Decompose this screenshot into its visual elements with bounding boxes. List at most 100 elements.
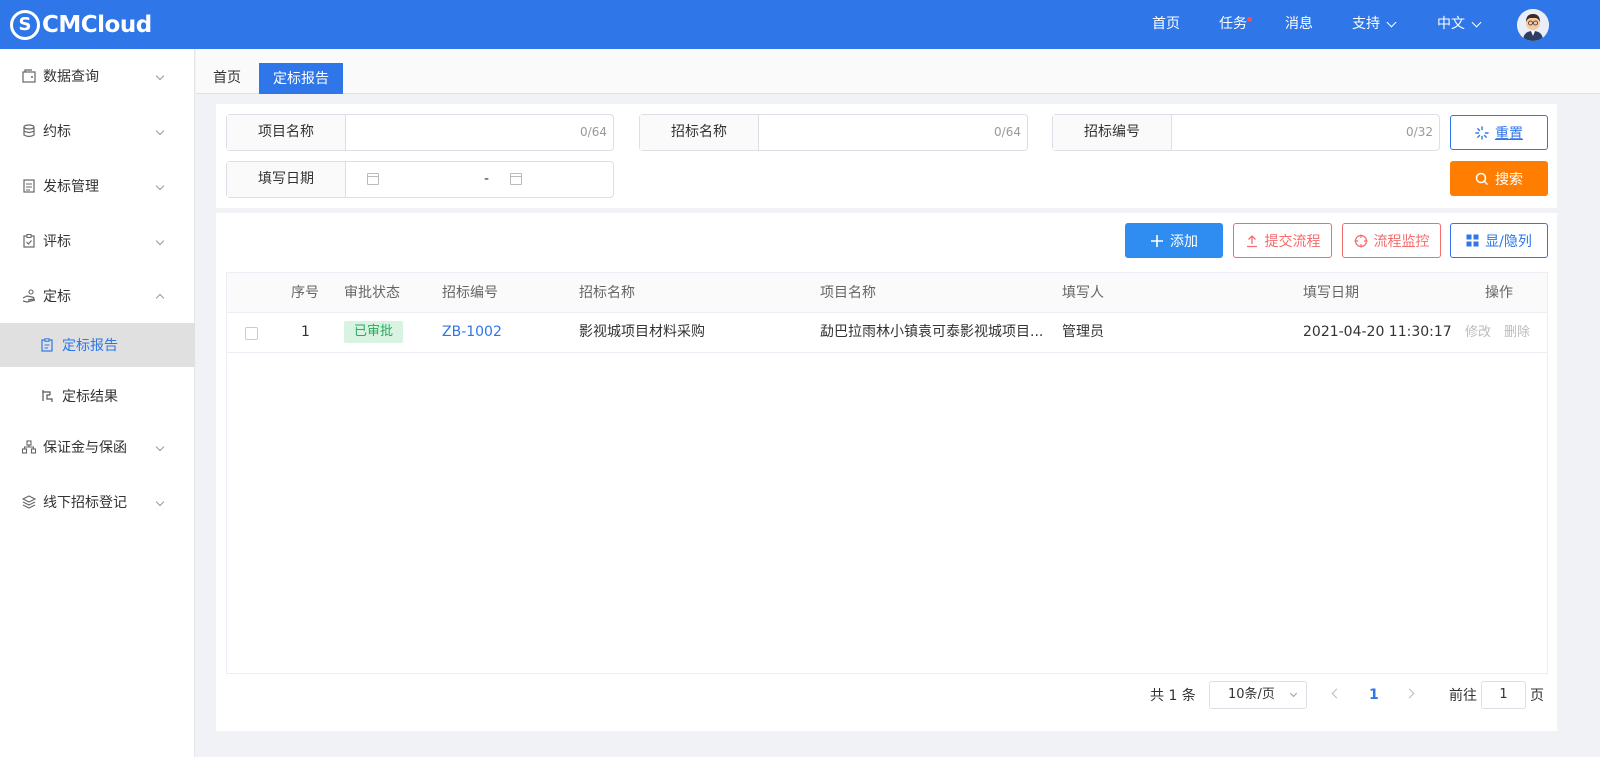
chevron-down-icon xyxy=(1289,689,1298,698)
date-separator: - xyxy=(484,171,490,187)
sidebar-subitem-label: 定标结果 xyxy=(62,389,118,405)
sidebar-item-label: 数据查询 xyxy=(43,69,99,85)
chevron-down-icon xyxy=(155,181,165,191)
upload-icon xyxy=(1246,234,1257,247)
sidebar-item-label: 定标 xyxy=(43,289,71,305)
date-range-picker[interactable]: - xyxy=(346,162,613,197)
sidebar-item-label: 保证金与保函 xyxy=(43,440,127,456)
sidebar: 数据查询 约标 发标管理 评标 定标 定标报告 定标结果 保证金与保函 线下招标… xyxy=(0,49,195,757)
column-header: 填写日期 xyxy=(1303,285,1359,301)
chevron-up-icon xyxy=(155,293,165,303)
calendar-icon xyxy=(510,173,522,185)
user-avatar[interactable] xyxy=(1517,9,1549,41)
pagination-total: 共 1 条 xyxy=(1150,688,1196,704)
chevron-down-icon xyxy=(1386,17,1397,27)
page-size-select[interactable]: 10条/页 xyxy=(1209,681,1307,709)
tender-number-label: 招标编号 xyxy=(1053,115,1172,150)
grid-icon xyxy=(1466,234,1479,247)
char-counter: 0/64 xyxy=(580,125,607,139)
edit-link[interactable]: 修改 xyxy=(1465,313,1491,352)
nav-home[interactable]: 首页 xyxy=(1152,0,1180,49)
sidebar-item-tender-management[interactable]: 发标管理 xyxy=(0,159,195,213)
column-header: 项目名称 xyxy=(820,285,876,301)
add-button[interactable]: 添加 xyxy=(1125,223,1223,258)
tender-name-label: 招标名称 xyxy=(640,115,759,150)
row-checkbox[interactable] xyxy=(245,327,258,340)
nav-support-label: 支持 xyxy=(1352,16,1380,32)
clipboard-icon xyxy=(41,338,53,352)
fill-date-field: 填写日期 - xyxy=(226,161,614,198)
tab-home[interactable]: 首页 xyxy=(200,63,254,94)
app-logo[interactable]: S CMCloud xyxy=(10,9,152,41)
sidebar-subitem-award-result[interactable]: 定标结果 xyxy=(0,374,195,418)
tender-name-input[interactable]: 0/64 xyxy=(759,115,1027,150)
table-row[interactable]: 1 已审批 ZB-1002 影视城项目材料采购 勐巴拉雨林小镇袁可泰影视城项目.… xyxy=(227,313,1547,353)
results-table: 序号 审批状态 招标编号 招标名称 项目名称 填写人 填写日期 操作 1 已审批… xyxy=(226,272,1548,674)
project-name-input[interactable]: 0/64 xyxy=(346,115,613,150)
nav-tasks-label: 任务 xyxy=(1219,16,1247,32)
goto-page-input[interactable]: 1 xyxy=(1481,681,1526,709)
sidebar-item-data-query[interactable]: 数据查询 xyxy=(0,49,195,103)
sidebar-subitem-label: 定标报告 xyxy=(62,338,118,354)
sidebar-item-offline-registration[interactable]: 线下招标登记 xyxy=(0,475,195,529)
sidebar-subitem-award-report[interactable]: 定标报告 xyxy=(0,323,195,367)
reset-button[interactable]: 重置 xyxy=(1450,115,1548,150)
toggle-columns-button[interactable]: 显/隐列 xyxy=(1450,223,1548,258)
column-header: 招标名称 xyxy=(579,285,635,301)
tender-number-input[interactable]: 0/32 xyxy=(1172,115,1439,150)
chevron-down-icon xyxy=(155,497,165,507)
nav-support[interactable]: 支持 xyxy=(1352,0,1397,49)
delete-link[interactable]: 删除 xyxy=(1504,313,1530,352)
sidebar-item-label: 发标管理 xyxy=(43,179,99,195)
column-header: 操作 xyxy=(1485,285,1513,301)
nav-messages[interactable]: 消息 xyxy=(1285,0,1313,49)
nav-tasks[interactable]: 任务 xyxy=(1219,0,1252,49)
org-icon xyxy=(21,440,37,454)
logo-mark-icon: S xyxy=(10,10,40,40)
hand-icon xyxy=(22,289,36,303)
layers-icon xyxy=(21,495,37,509)
tender-number-link[interactable]: ZB-1002 xyxy=(442,313,502,352)
language-switcher[interactable]: 中文 xyxy=(1437,0,1482,49)
sidebar-item-evaluation[interactable]: 评标 xyxy=(0,214,195,268)
submit-process-button[interactable]: 提交流程 xyxy=(1233,223,1332,258)
chevron-down-icon xyxy=(155,71,165,81)
column-header: 审批状态 xyxy=(344,285,400,301)
sidebar-item-award[interactable]: 定标 xyxy=(0,269,195,323)
page-tabs: 首页 定标报告 xyxy=(196,49,1600,94)
sidebar-item-deposit[interactable]: 保证金与保函 xyxy=(0,420,195,474)
process-monitor-button[interactable]: 流程监控 xyxy=(1342,223,1441,258)
add-button-label: 添加 xyxy=(1170,233,1198,250)
tender-number-field: 招标编号 0/32 xyxy=(1052,114,1440,151)
sidebar-item-invite-bid[interactable]: 约标 xyxy=(0,104,195,158)
char-counter: 0/64 xyxy=(994,125,1021,139)
search-button[interactable]: 搜索 xyxy=(1450,161,1548,196)
wallet-icon xyxy=(22,69,36,83)
cell-filler: 管理员 xyxy=(1062,324,1104,340)
loading-spinner-icon xyxy=(1475,125,1489,140)
chevron-down-icon xyxy=(1471,17,1482,27)
status-badge: 已审批 xyxy=(344,321,404,343)
sidebar-item-label: 评标 xyxy=(43,234,71,250)
reset-button-label: 重置 xyxy=(1495,125,1523,142)
page-size-value: 10条/页 xyxy=(1228,687,1275,702)
char-counter: 0/32 xyxy=(1406,125,1433,139)
process-monitor-label: 流程监控 xyxy=(1373,233,1430,250)
sidebar-item-label: 约标 xyxy=(43,124,71,140)
cell-index: 1 xyxy=(301,324,310,340)
cell-date: 2021-04-20 11:30:17 xyxy=(1303,324,1452,340)
project-name-field: 项目名称 0/64 xyxy=(226,114,614,151)
current-page[interactable]: 1 xyxy=(1369,681,1379,709)
cell-tender-name: 影视城项目材料采购 xyxy=(579,324,705,340)
column-header: 填写人 xyxy=(1062,285,1104,301)
flow-icon xyxy=(42,390,53,402)
clipboard-check-icon xyxy=(23,234,35,248)
plus-icon xyxy=(1151,234,1163,247)
tab-award-report[interactable]: 定标报告 xyxy=(259,63,343,94)
cell-project-name: 勐巴拉雨林小镇袁可泰影视城项目... xyxy=(820,324,1044,340)
table-header: 序号 审批状态 招标编号 招标名称 项目名称 填写人 填写日期 操作 xyxy=(227,273,1547,313)
fill-date-label: 填写日期 xyxy=(227,162,346,197)
calendar-icon xyxy=(367,173,379,185)
chevron-down-icon xyxy=(155,236,165,246)
top-navbar: S CMCloud 首页 任务 消息 支持 中文 xyxy=(0,0,1600,49)
